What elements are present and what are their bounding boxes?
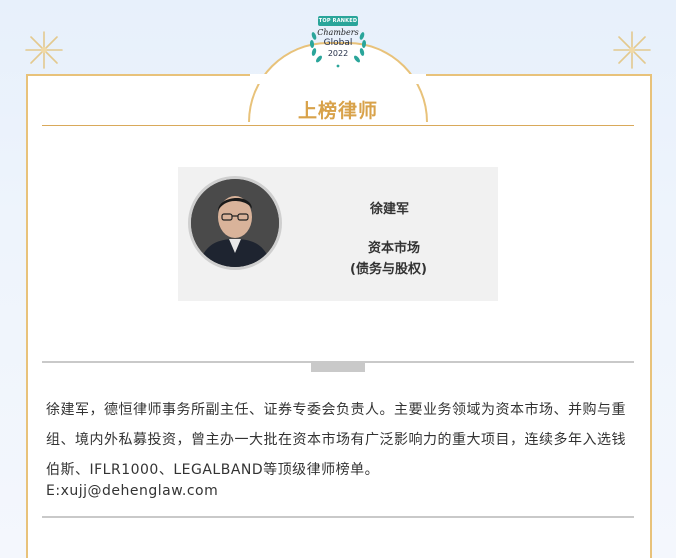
portrait-photo xyxy=(191,179,279,267)
firework-decoration-right xyxy=(613,31,651,69)
firework-decoration-left xyxy=(25,31,63,69)
lawyer-profile-card: 徐建军 资本市场 (债务与股权) xyxy=(178,167,498,301)
badge-brand: Chambers xyxy=(317,28,359,37)
practice-area: 资本市场 xyxy=(368,241,421,256)
badge-edition: Global xyxy=(323,38,353,48)
lawyer-bio: 徐建军，德恒律师事务所副主任、证券专委会负责人。主要业务领域为资本市场、并购与重… xyxy=(46,402,626,478)
lawyer-avatar xyxy=(188,176,282,270)
lawyer-name: 徐建军 xyxy=(370,202,410,217)
badge-top-ranked: TOP RANKED xyxy=(318,18,358,24)
title-underline xyxy=(42,125,634,126)
divider-tab xyxy=(311,362,365,372)
arch-cover xyxy=(250,74,426,84)
chambers-global-badge: TOP RANKED Chambers Global 2022 xyxy=(302,16,374,68)
lawyer-email[interactable]: E:xujj@dehenglaw.com xyxy=(46,483,218,499)
bottom-divider xyxy=(42,516,634,518)
practice-area-detail: (债务与股权) xyxy=(350,262,427,277)
badge-year: 2022 xyxy=(327,49,349,58)
section-title: 上榜律师 xyxy=(297,100,378,122)
